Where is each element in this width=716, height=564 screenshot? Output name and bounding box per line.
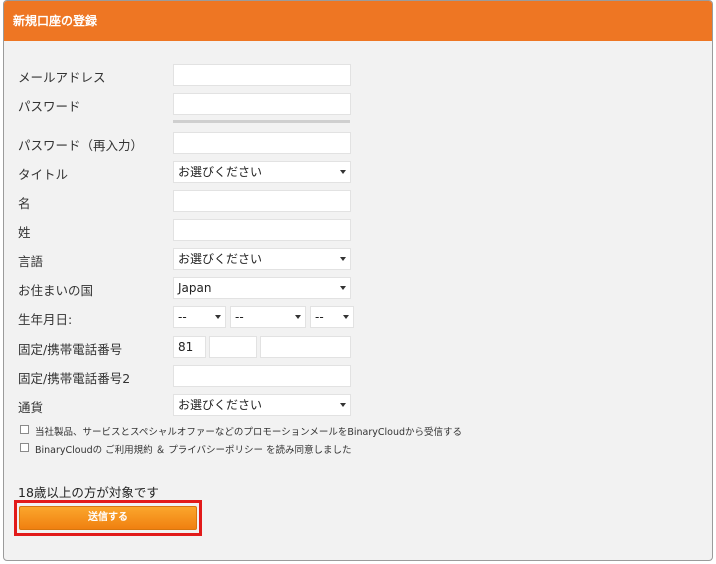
birth-day-select[interactable]: -- [310, 306, 354, 328]
phone-number-input[interactable] [260, 336, 351, 358]
chevron-down-icon [340, 170, 346, 174]
page-title: 新規口座の登録 [13, 14, 98, 28]
last-name-input[interactable] [173, 219, 351, 241]
language-select[interactable]: お選びください [173, 248, 351, 270]
chevron-down-icon [343, 315, 349, 319]
terms-checkbox-label: BinaryCloudの ご利用規約 ＆ プライバシーポリシー を読み同意しまし… [35, 445, 352, 456]
currency-label: 通貨 [18, 400, 44, 415]
phone2-input[interactable] [173, 365, 351, 387]
terms-checkbox[interactable] [20, 443, 29, 452]
country-select[interactable]: Japan [173, 277, 351, 299]
password-label: パスワード [18, 99, 81, 114]
chevron-down-icon [340, 403, 346, 407]
promo-checkbox[interactable] [20, 425, 29, 434]
language-select-value: お選びください [178, 252, 263, 266]
password-input[interactable] [173, 93, 351, 115]
chevron-down-icon [215, 315, 221, 319]
first-name-label: 名 [18, 196, 31, 211]
birth-month-value: -- [235, 310, 244, 324]
title-select-value: お選びください [178, 165, 263, 179]
password-strength-bar [173, 120, 350, 123]
email-input[interactable] [173, 64, 351, 86]
registration-panel: 新規口座の登録 メールアドレス パスワード パスワード（再入力） タイトル お選… [3, 0, 713, 561]
age-requirement-note: 18歳以上の方が対象です [18, 485, 159, 500]
password-confirm-label: パスワード（再入力） [18, 138, 144, 153]
birth-day-value: -- [315, 310, 324, 324]
phone2-label: 固定/携帯電話番号2 [18, 371, 131, 386]
country-label: お住まいの国 [18, 283, 94, 298]
email-label: メールアドレス [18, 70, 106, 85]
birth-month-select[interactable]: -- [230, 306, 306, 328]
title-select[interactable]: お選びください [173, 161, 351, 183]
currency-select-value: お選びください [178, 398, 263, 412]
currency-select[interactable]: お選びください [173, 394, 351, 416]
chevron-down-icon [340, 257, 346, 261]
first-name-input[interactable] [173, 190, 351, 212]
country-select-value: Japan [178, 281, 212, 295]
phone-label: 固定/携帯電話番号 [18, 342, 123, 357]
birth-year-value: -- [178, 310, 187, 324]
submit-button[interactable]: 送信する [19, 506, 197, 530]
last-name-label: 姓 [18, 225, 31, 240]
phone-country-code-input[interactable]: 81 [173, 336, 206, 358]
title-label: タイトル [18, 167, 69, 182]
panel-header: 新規口座の登録 [4, 1, 712, 41]
chevron-down-icon [295, 315, 301, 319]
promo-checkbox-label: 当社製品、サービスとスペシャルオファーなどのプロモーションメールをBinaryC… [35, 427, 463, 438]
birthdate-label: 生年月日: [18, 312, 73, 327]
phone-area-input[interactable] [209, 336, 257, 358]
language-label: 言語 [18, 254, 44, 269]
birth-year-select[interactable]: -- [173, 306, 226, 328]
chevron-down-icon [340, 286, 346, 290]
password-confirm-input[interactable] [173, 132, 351, 154]
